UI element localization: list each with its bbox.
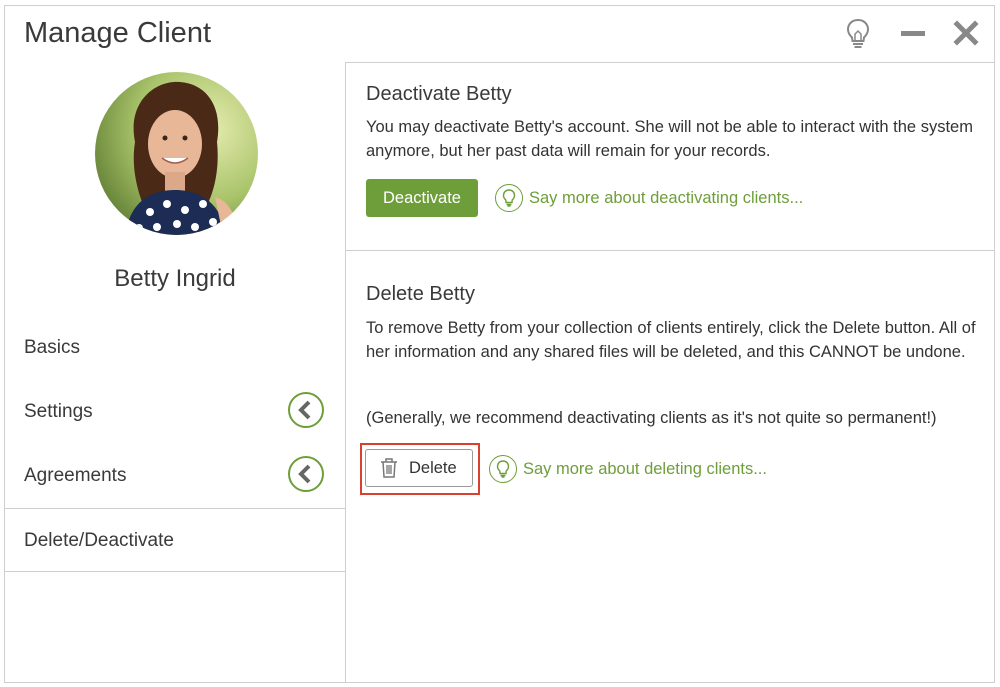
deactivate-button[interactable]: Deactivate bbox=[366, 179, 478, 217]
title-bar: Manage Client bbox=[5, 6, 994, 62]
nav-item-label: Basics bbox=[24, 337, 80, 358]
nav-item-settings[interactable]: Settings bbox=[5, 380, 345, 444]
nav-item-agreements[interactable]: Agreements bbox=[5, 444, 345, 508]
chevron-left-icon[interactable] bbox=[288, 456, 324, 492]
lightbulb-icon bbox=[495, 184, 523, 212]
delete-title: Delete Betty bbox=[366, 283, 475, 305]
deactivate-section: Deactivate Betty You may deactivate Bett… bbox=[346, 63, 994, 250]
deactivate-description: You may deactivate Betty's account. She … bbox=[366, 118, 973, 160]
delete-button-label: Delete bbox=[409, 458, 457, 477]
lightbulb-icon[interactable] bbox=[841, 16, 875, 50]
delete-description: To remove Betty from your collection of … bbox=[366, 319, 976, 361]
client-name: Betty Ingrid bbox=[114, 265, 236, 292]
delete-help-text: Say more about deleting clients... bbox=[523, 459, 767, 478]
minimize-icon[interactable] bbox=[896, 16, 930, 50]
close-icon[interactable] bbox=[949, 16, 983, 50]
deactivate-help-link[interactable]: Say more about deactivating clients... bbox=[495, 184, 803, 212]
lightbulb-icon bbox=[489, 455, 517, 483]
trash-icon bbox=[379, 457, 399, 479]
sidebar: Betty Ingrid Basics Settings Agreements … bbox=[5, 62, 346, 683]
deactivate-title: Deactivate Betty bbox=[366, 83, 512, 105]
nav-item-delete-deactivate[interactable]: Delete/Deactivate bbox=[5, 508, 345, 572]
main-panel: Deactivate Betty You may deactivate Bett… bbox=[346, 62, 994, 682]
nav-item-basics[interactable]: Basics bbox=[5, 316, 345, 380]
delete-button-highlight: Delete bbox=[360, 443, 480, 495]
delete-button[interactable]: Delete bbox=[365, 449, 473, 487]
delete-help-link[interactable]: Say more about deleting clients... bbox=[489, 455, 767, 483]
manage-client-window: Manage Client Betty Ingrid Basics Settin… bbox=[4, 5, 995, 683]
nav-item-label: Settings bbox=[24, 401, 93, 422]
window-title: Manage Client bbox=[24, 17, 211, 49]
nav-item-label: Agreements bbox=[24, 465, 127, 486]
chevron-left-icon[interactable] bbox=[288, 392, 324, 428]
delete-note: (Generally, we recommend deactivating cl… bbox=[366, 409, 937, 427]
deactivate-help-text: Say more about deactivating clients... bbox=[529, 188, 804, 207]
nav-item-label: Delete/Deactivate bbox=[24, 530, 174, 551]
client-avatar bbox=[95, 72, 258, 235]
